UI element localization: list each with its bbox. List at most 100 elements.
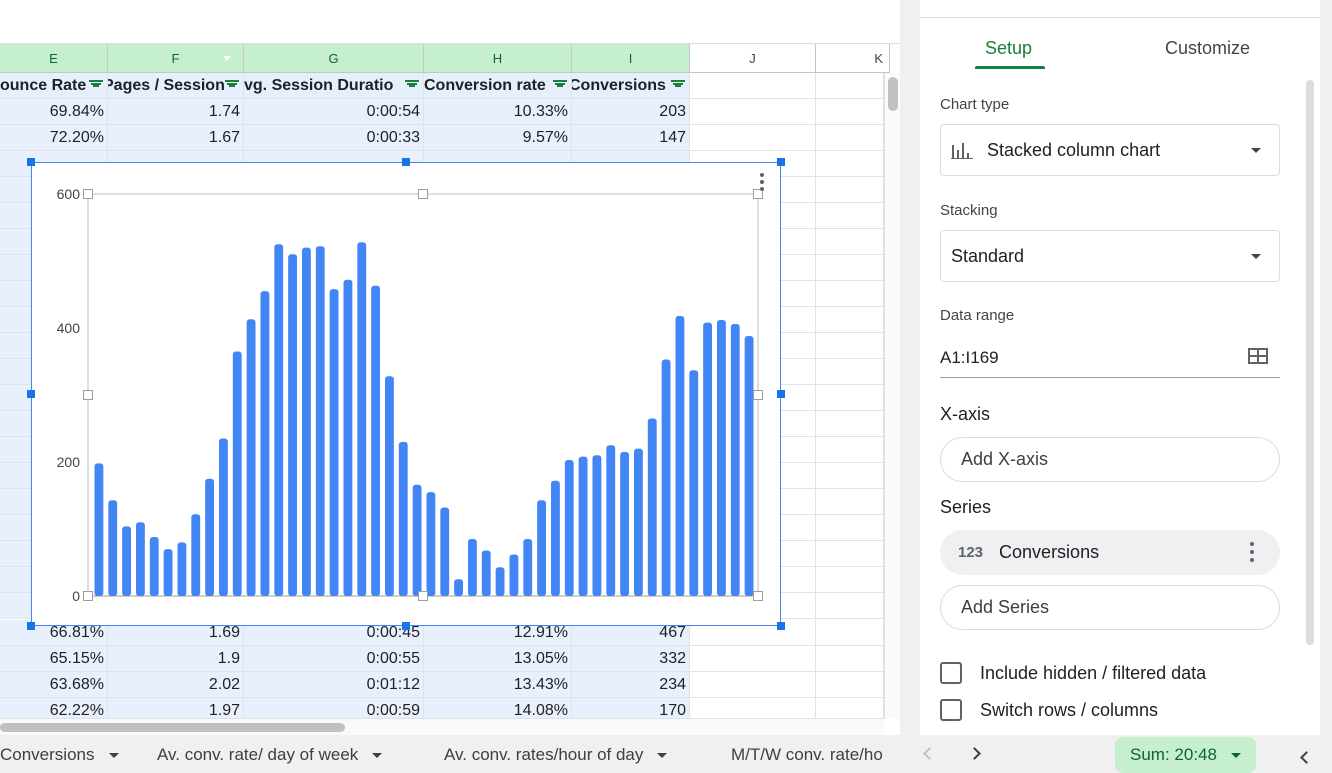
chart-type-dropdown[interactable]: Stacked column chart: [940, 124, 1280, 176]
tab-setup[interactable]: Setup: [985, 38, 1032, 59]
table-cell[interactable]: 63.68%: [0, 672, 108, 698]
empty-cell[interactable]: [690, 73, 816, 99]
empty-cell[interactable]: [690, 646, 816, 672]
table-cell[interactable]: 13.05%: [424, 646, 572, 672]
filter-icon[interactable]: [225, 80, 239, 92]
tab-customize[interactable]: Customize: [1165, 38, 1250, 59]
empty-cell[interactable]: [816, 73, 884, 99]
filter-icon[interactable]: [405, 80, 419, 92]
bar: [260, 291, 270, 596]
table-cell[interactable]: 9.57%: [424, 125, 572, 151]
chart-resize-handle[interactable]: [777, 390, 785, 398]
grid-select-icon[interactable]: [1248, 348, 1268, 364]
column-header-f[interactable]: F: [108, 44, 244, 73]
chart-resize-handle[interactable]: [777, 622, 785, 630]
empty-cell[interactable]: [690, 125, 816, 151]
table-cell[interactable]: 10.33%: [424, 99, 572, 125]
table-cell[interactable]: 69.84%: [0, 99, 108, 125]
table-cell[interactable]: 65.15%: [0, 646, 108, 672]
table-cell[interactable]: 0:00:33: [244, 125, 424, 151]
y-tick-label: 0: [72, 588, 80, 604]
header-cell[interactable]: Conversions: [572, 73, 690, 99]
empty-cell[interactable]: [816, 646, 884, 672]
horizontal-scrollbar[interactable]: [0, 718, 884, 735]
table-cell[interactable]: 1.74: [108, 99, 244, 125]
empty-cell[interactable]: [690, 672, 816, 698]
chart-menu-icon[interactable]: [760, 173, 766, 193]
table-cell[interactable]: 1.9: [108, 646, 244, 672]
vertical-scrollbar[interactable]: [884, 73, 900, 718]
table-cell[interactable]: 0:00:55: [244, 646, 424, 672]
vertical-scroll-thumb[interactable]: [888, 77, 898, 111]
table-cell[interactable]: 234: [572, 672, 690, 698]
bar: [592, 455, 602, 596]
include-hidden-checkbox[interactable]: [940, 662, 962, 684]
more-vert-icon[interactable]: [1250, 542, 1254, 562]
sheet-tab-mtw[interactable]: M/T/W conv. rate/ho: [731, 745, 901, 765]
column-header-e[interactable]: E: [0, 44, 108, 73]
sum-indicator[interactable]: Sum: 20:48: [1115, 737, 1256, 773]
empty-cell[interactable]: [816, 99, 884, 125]
series-heading: Series: [940, 497, 992, 517]
table-cell[interactable]: 1.67: [108, 125, 244, 151]
column-dropdown-icon[interactable]: [223, 56, 231, 61]
add-series-button[interactable]: Add Series: [940, 585, 1280, 630]
table-cell[interactable]: 147: [572, 125, 690, 151]
horizontal-scroll-thumb[interactable]: [0, 723, 345, 732]
sheet-tab-day-of-week[interactable]: Av. conv. rate/ day of week: [157, 745, 383, 765]
sheet-tab-hour-of-day[interactable]: Av. conv. rates/hour of day: [444, 745, 668, 765]
column-header-i[interactable]: I: [572, 44, 690, 73]
switch-rows-row[interactable]: Switch rows / columns: [940, 699, 1158, 721]
table-cell[interactable]: 203: [572, 99, 690, 125]
chart-resize-handle[interactable]: [777, 158, 785, 166]
chart-resize-handle[interactable]: [402, 622, 410, 630]
bar: [412, 484, 422, 596]
hidden-cell: [816, 281, 884, 307]
chevron-left-icon[interactable]: [923, 747, 936, 760]
column-header-j[interactable]: J: [690, 44, 816, 73]
empty-cell[interactable]: [816, 125, 884, 151]
switch-rows-checkbox[interactable]: [940, 699, 962, 721]
hidden-cell: [816, 437, 884, 463]
collapse-panel-icon[interactable]: [1300, 751, 1313, 764]
chart-resize-handle[interactable]: [402, 158, 410, 166]
include-hidden-row[interactable]: Include hidden / filtered data: [940, 662, 1206, 684]
add-xaxis-button[interactable]: Add X-axis: [940, 437, 1280, 482]
table-cell[interactable]: 0:01:12: [244, 672, 424, 698]
header-cell[interactable]: Pages / Session: [108, 73, 244, 99]
empty-cell[interactable]: [816, 620, 884, 646]
series-item-conversions[interactable]: 123 Conversions: [940, 530, 1280, 575]
table-cell[interactable]: 72.20%: [0, 125, 108, 151]
sum-text: Sum: 20:48: [1130, 745, 1217, 764]
header-cell[interactable]: Conversion rate: [424, 73, 572, 99]
header-cell[interactable]: ounce Rate: [0, 73, 108, 99]
stacking-dropdown[interactable]: Standard: [940, 230, 1280, 282]
empty-cell[interactable]: [690, 99, 816, 125]
chevron-right-icon[interactable]: [968, 747, 981, 760]
bar: [440, 507, 450, 596]
header-cell[interactable]: vg. Session Duratio: [244, 73, 424, 99]
table-cell[interactable]: 2.02: [108, 672, 244, 698]
table-cell[interactable]: 13.43%: [424, 672, 572, 698]
filter-icon[interactable]: [553, 80, 567, 92]
chart-resize-handle[interactable]: [27, 622, 35, 630]
table-cell[interactable]: 332: [572, 646, 690, 672]
column-header-h[interactable]: H: [424, 44, 572, 73]
filter-icon[interactable]: [89, 80, 103, 92]
empty-cell[interactable]: [816, 672, 884, 698]
embedded-chart[interactable]: 0 200 400 600: [27, 158, 785, 630]
filter-icon[interactable]: [671, 80, 685, 92]
tab-dropdown-icon[interactable]: [657, 752, 668, 758]
table-cell[interactable]: 0:00:54: [244, 99, 424, 125]
tab-dropdown-icon[interactable]: [108, 752, 119, 758]
tab-dropdown-icon[interactable]: [372, 752, 383, 758]
hidden-cell: [816, 333, 884, 359]
panel-scrollbar[interactable]: [1306, 80, 1314, 645]
column-header-g[interactable]: G: [244, 44, 424, 73]
data-range-input[interactable]: A1:I169: [940, 338, 1280, 378]
bar: [108, 500, 118, 596]
column-header-k[interactable]: K: [816, 44, 890, 73]
chart-resize-handle[interactable]: [27, 390, 35, 398]
chart-resize-handle[interactable]: [27, 158, 35, 166]
sheet-tab-conversions[interactable]: Conversions: [0, 745, 119, 765]
